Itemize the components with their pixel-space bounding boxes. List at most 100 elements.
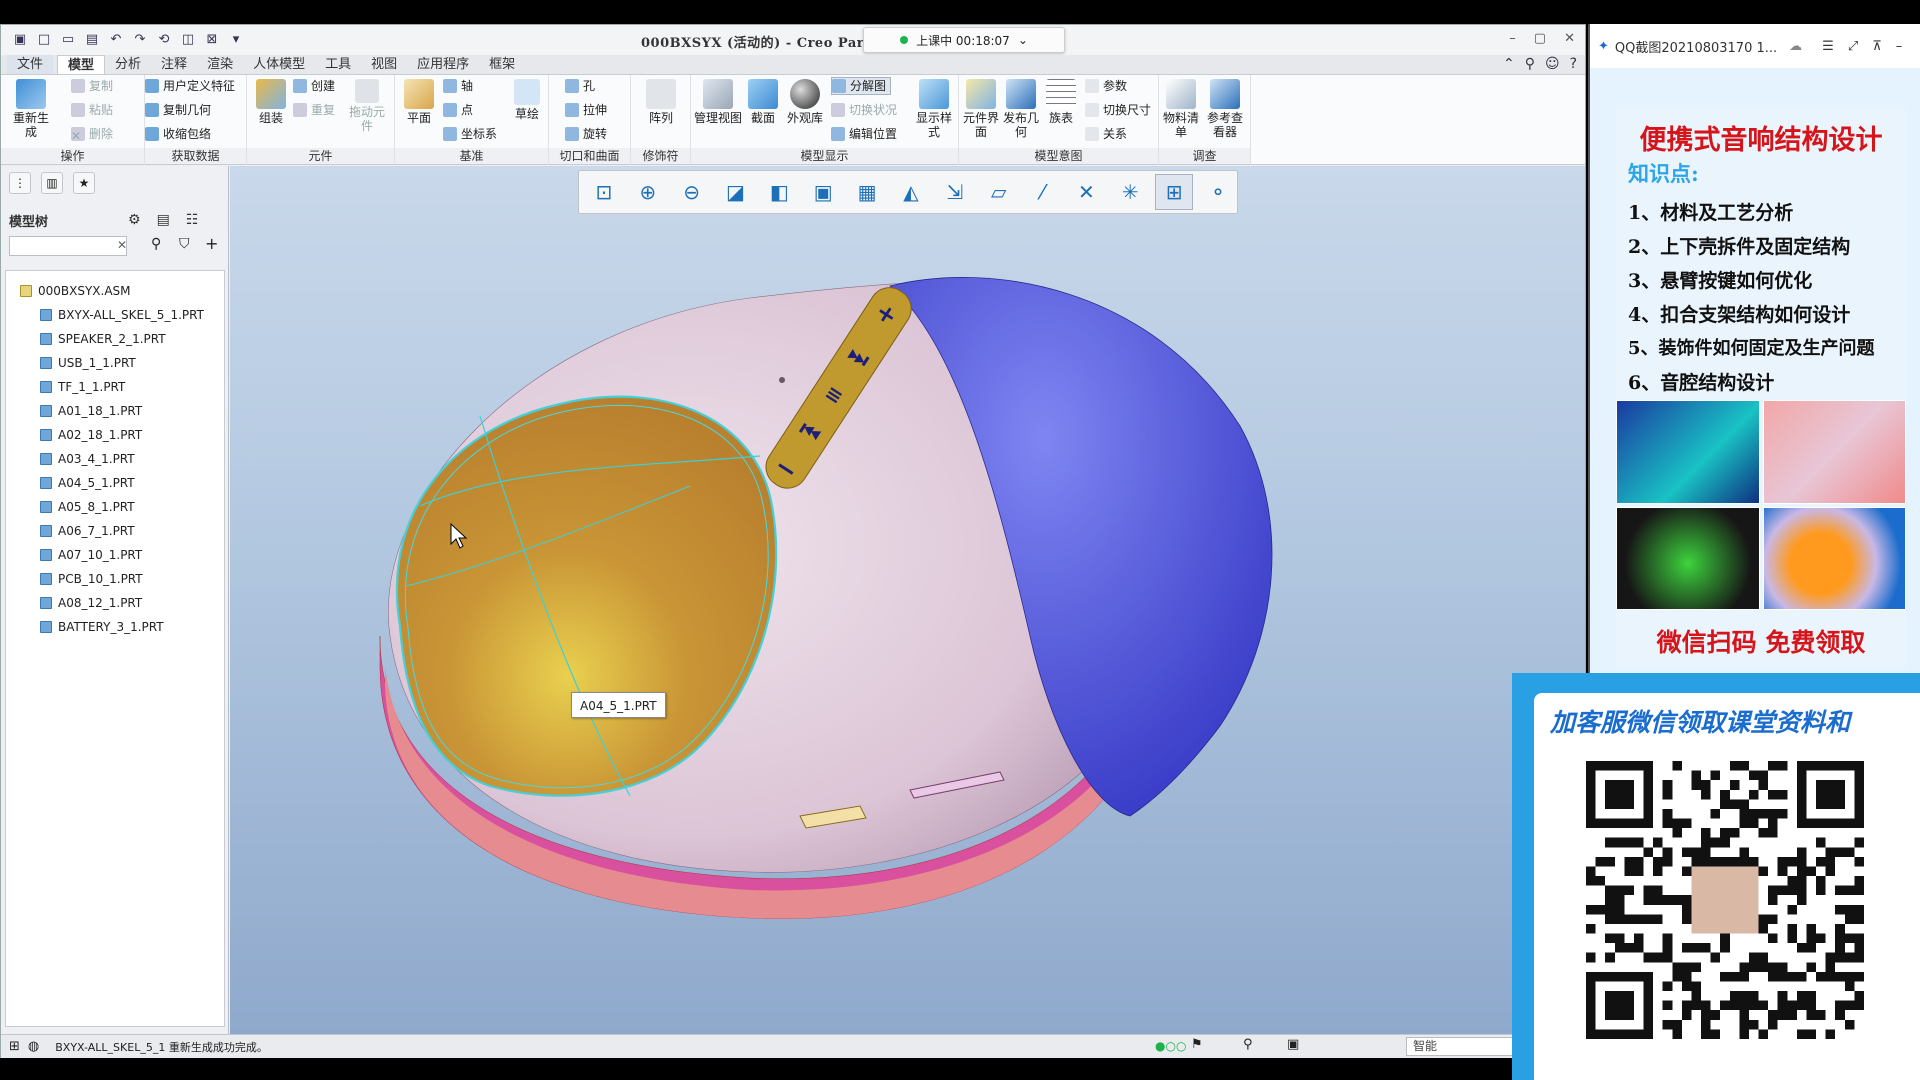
tab-view[interactable]: 视图: [361, 55, 407, 74]
tab-file[interactable]: 文件: [7, 55, 54, 74]
publish-geometry-button[interactable]: 发布几何: [1001, 79, 1041, 139]
undo-icon[interactable]: ↶: [107, 31, 125, 49]
pattern-button[interactable]: 阵列: [639, 79, 683, 125]
toggle-status-button[interactable]: 切换状况: [831, 101, 897, 119]
tree-settings-icon[interactable]: ⚙: [128, 212, 141, 228]
tree-search-input[interactable]: [9, 236, 127, 256]
relations-button[interactable]: 关系: [1085, 125, 1127, 143]
group-label-investigate[interactable]: 调查: [1159, 148, 1250, 164]
minimize-icon[interactable]: –: [1509, 31, 1516, 46]
tree-root[interactable]: 000BXSYX.ASM: [6, 279, 224, 303]
delete-button[interactable]: ✕ 删除: [71, 125, 113, 143]
tree-item[interactable]: BXYX-ALL_SKEL_5_1.PRT: [6, 303, 224, 327]
tree-columns-icon[interactable]: ☷: [186, 212, 199, 228]
tree-item[interactable]: SPEAKER_2_1.PRT: [6, 327, 224, 351]
folder-browser-tab-icon[interactable]: ▥: [41, 172, 63, 194]
menu-icon[interactable]: ☰: [1822, 39, 1834, 54]
group-label-datum[interactable]: 基准: [395, 148, 548, 164]
group-label-operations[interactable]: 操作: [1, 148, 144, 164]
tab-model[interactable]: 模型: [57, 55, 106, 74]
tree-item[interactable]: A06_7_1.PRT: [6, 519, 224, 543]
tree-item[interactable]: A03_4_1.PRT: [6, 447, 224, 471]
tree-item[interactable]: A01_18_1.PRT: [6, 399, 224, 423]
display-style-button[interactable]: 显示样式: [913, 79, 955, 139]
flag-icon[interactable]: ⚑: [1191, 1037, 1203, 1052]
tab-framework[interactable]: 框架: [479, 55, 525, 74]
tab-applications[interactable]: 应用程序: [407, 55, 479, 74]
copy-geometry-button[interactable]: 复制几何: [145, 101, 211, 119]
model-tree-tab-icon[interactable]: ⋮: [9, 172, 31, 194]
find-icon[interactable]: ⚲: [1243, 1037, 1253, 1052]
group-label-get-data[interactable]: 获取数据: [145, 148, 246, 164]
tab-render[interactable]: 渲染: [197, 55, 243, 74]
close-icon[interactable]: ✕: [1564, 31, 1575, 46]
windows-icon[interactable]: ◫: [179, 31, 197, 49]
create-button[interactable]: 创建: [293, 77, 335, 95]
sketch-button[interactable]: 草绘: [507, 79, 547, 121]
assemble-button[interactable]: 组装: [249, 79, 293, 125]
bom-button[interactable]: 物料清单: [1161, 79, 1201, 139]
customize-icon[interactable]: ▾: [227, 31, 245, 49]
plane-button[interactable]: 平面: [397, 79, 441, 125]
tab-analysis[interactable]: 分析: [105, 55, 151, 74]
favorites-tab-icon[interactable]: ★: [73, 172, 95, 194]
group-label-component[interactable]: 元件: [247, 148, 394, 164]
shrinkwrap-button[interactable]: 收缩包络: [145, 125, 211, 143]
regenerate-button[interactable]: 重新生成: [9, 79, 53, 139]
search-icon[interactable]: ⚲: [1525, 56, 1535, 72]
switch-dimensions-button[interactable]: 切换尺寸: [1085, 101, 1151, 119]
filter-icon[interactable]: ⛉: [179, 236, 190, 252]
pin-icon[interactable]: ⊼: [1872, 39, 1882, 54]
parameters-button[interactable]: 参数: [1085, 77, 1127, 95]
navigator-toggle-icon[interactable]: ⊞: [9, 1039, 20, 1054]
appearance-gallery-button[interactable]: 外观库: [783, 79, 827, 125]
component-interface-button[interactable]: 元件界面: [961, 79, 1001, 139]
regenerate-icon[interactable]: ⟲: [155, 31, 173, 49]
browser-toggle-icon[interactable]: ◍: [28, 1039, 39, 1054]
tree-item[interactable]: A02_18_1.PRT: [6, 423, 224, 447]
tree-item[interactable]: USB_1_1.PRT: [6, 351, 224, 375]
save-icon[interactable]: ▤: [83, 31, 101, 49]
cloud-icon[interactable]: ☁: [1789, 39, 1802, 54]
manage-views-button[interactable]: 管理视图: [693, 79, 743, 125]
add-icon[interactable]: +: [205, 234, 218, 253]
group-label-model-display[interactable]: 模型显示: [691, 148, 958, 164]
new-file-icon[interactable]: □: [35, 31, 53, 49]
selection-buffer-icon[interactable]: ▣: [1287, 1037, 1299, 1052]
redo-icon[interactable]: ↷: [131, 31, 149, 49]
group-label-cuts-surfaces[interactable]: 切口和曲面: [549, 148, 630, 164]
csys-button[interactable]: 坐标系: [443, 125, 497, 143]
tab-manikin[interactable]: 人体模型: [243, 55, 315, 74]
drag-component-button[interactable]: 拖动元件: [347, 79, 387, 133]
section-button[interactable]: 截面: [743, 79, 783, 125]
extrude-button[interactable]: 拉伸: [565, 101, 607, 119]
tree-show-icon[interactable]: ▤: [157, 212, 170, 228]
help-icon[interactable]: ?: [1570, 56, 1577, 72]
tab-tools[interactable]: 工具: [315, 55, 361, 74]
app-menu-icon[interactable]: ▣: [11, 31, 29, 49]
tree-item[interactable]: PCB_10_1.PRT: [6, 567, 224, 591]
reference-viewer-button[interactable]: 参考查看器: [1203, 79, 1247, 139]
collapse-ribbon-icon[interactable]: ⌃: [1503, 56, 1515, 72]
hole-button[interactable]: 孔: [565, 77, 595, 95]
copy-button[interactable]: 复制: [71, 77, 113, 95]
maximize-icon[interactable]: ▢: [1534, 31, 1546, 46]
group-label-modifiers[interactable]: 修饰符: [631, 148, 690, 164]
repeat-button[interactable]: 重复: [293, 101, 335, 119]
graphics-viewport[interactable]: ⊡ ⊕ ⊖ ◪ ◧ ▣ ▦ ◭ ⇲ ▱ ⁄ ✕ ✳ ⊞ ⚬ + ⏭ ≡ ⏮ − …: [230, 166, 1585, 1034]
udf-button[interactable]: 用户定义特征: [145, 77, 235, 95]
axis-button[interactable]: 轴: [443, 77, 473, 95]
group-label-model-intent[interactable]: 模型意图: [959, 148, 1158, 164]
tab-annotate[interactable]: 注释: [151, 55, 197, 74]
community-icon[interactable]: ☺: [1545, 56, 1560, 72]
paste-button[interactable]: 粘贴: [71, 101, 113, 119]
family-table-button[interactable]: 族表: [1041, 79, 1081, 125]
tree-item[interactable]: BATTERY_3_1.PRT: [6, 615, 224, 639]
explode-view-button[interactable]: 分解图: [831, 77, 892, 95]
open-file-icon[interactable]: ▭: [59, 31, 77, 49]
tree-item[interactable]: A04_5_1.PRT: [6, 471, 224, 495]
edit-position-button[interactable]: 编辑位置: [831, 125, 897, 143]
tree-item[interactable]: A08_12_1.PRT: [6, 591, 224, 615]
revolve-button[interactable]: 旋转: [565, 125, 607, 143]
close-window-icon[interactable]: ⊠: [203, 31, 221, 49]
